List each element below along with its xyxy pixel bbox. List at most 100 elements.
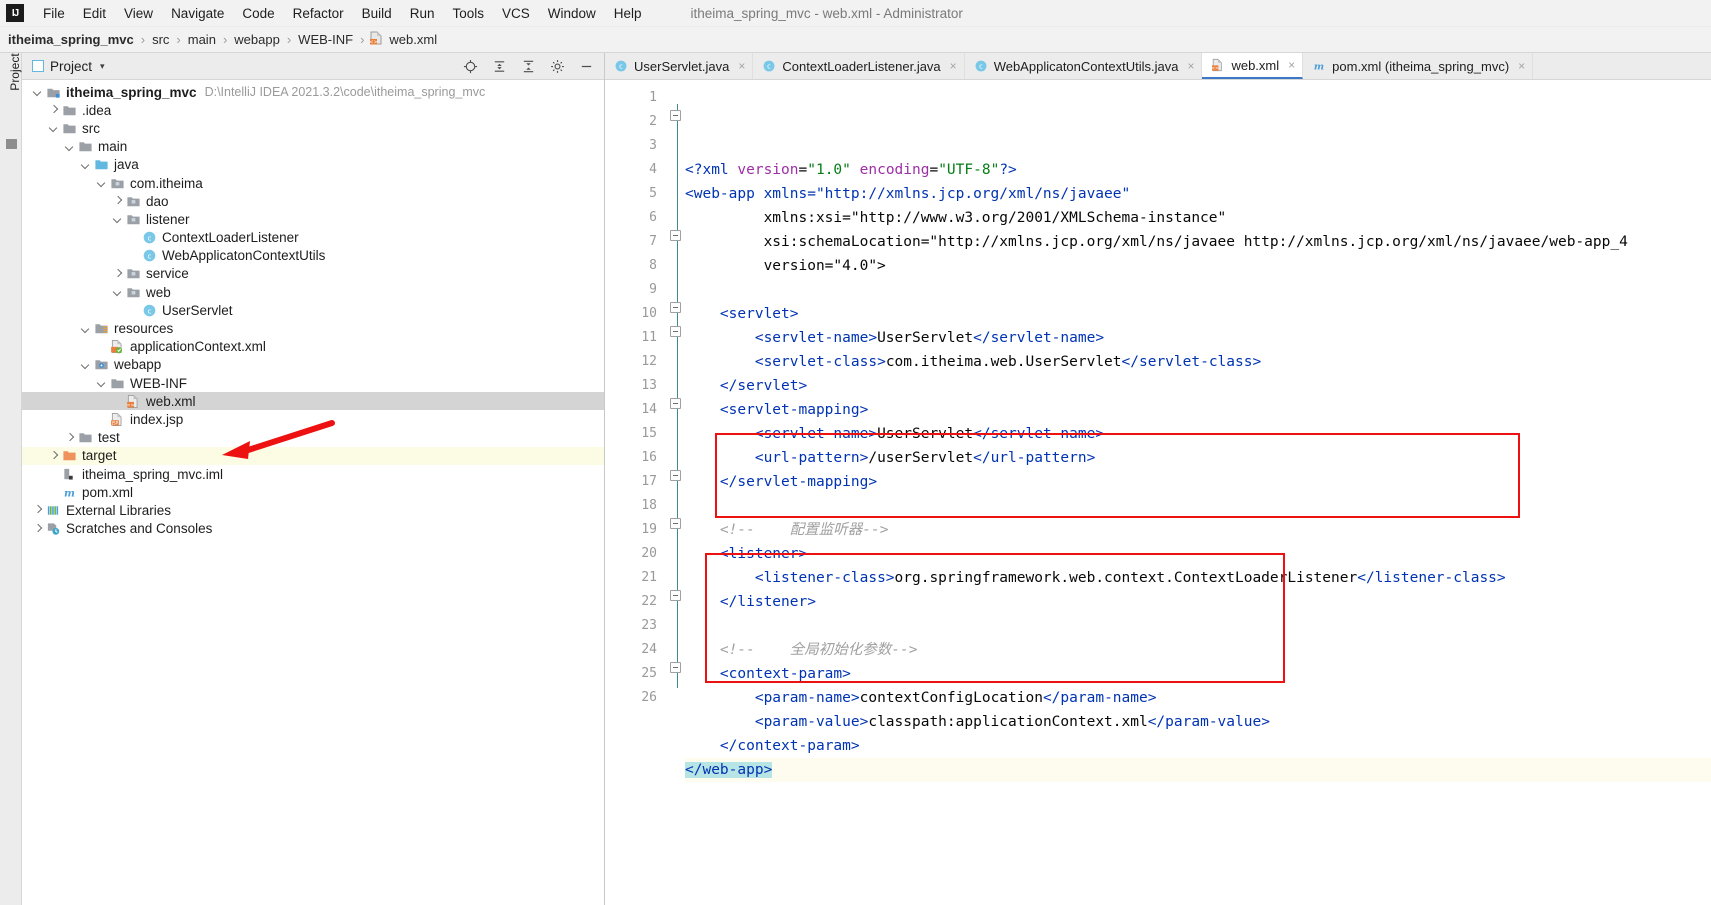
chevron-down-icon[interactable] — [64, 141, 75, 152]
code-line[interactable]: <servlet-class>com.itheima.web.UserServl… — [685, 350, 1711, 374]
fold-marker-context-param-end[interactable] — [670, 662, 681, 673]
chevron-down-icon[interactable] — [80, 159, 91, 170]
code-line[interactable]: <param-name>contextConfigLocation</param… — [685, 686, 1711, 710]
code-line[interactable]: <servlet-mapping> — [685, 398, 1711, 422]
tree-node-src[interactable]: src — [22, 119, 604, 137]
chevron-right-icon[interactable] — [64, 432, 75, 443]
code-line[interactable]: <servlet-name>UserServlet</servlet-name> — [685, 422, 1711, 446]
code-line[interactable]: xmlns:xsi="http://www.w3.org/2001/XMLSch… — [685, 206, 1711, 230]
menu-view[interactable]: View — [115, 3, 162, 24]
code-line[interactable]: <web-app xmlns="http://xmlns.jcp.org/xml… — [685, 182, 1711, 206]
code-line[interactable]: <!-- 全局初始化参数--> — [685, 638, 1711, 662]
code-line[interactable]: version="4.0"> — [685, 254, 1711, 278]
chevron-down-icon[interactable] — [80, 359, 91, 370]
locate-icon[interactable] — [463, 59, 478, 74]
menu-edit[interactable]: Edit — [74, 3, 115, 24]
tree-node-contextloaderlistener[interactable]: c ContextLoaderListener — [22, 229, 604, 247]
code-line[interactable]: </context-param> — [685, 734, 1711, 758]
tree-node-service[interactable]: service — [22, 265, 604, 283]
menu-build[interactable]: Build — [353, 3, 401, 24]
editor-tab-bar[interactable]: c UserServlet.java × c ContextLoaderListener… — [605, 53, 1711, 80]
editor-tab-pom-xml-itheima-spring-mvc-[interactable]: m pom.xml (itheima_spring_mvc) × — [1303, 53, 1534, 79]
chevron-right-icon[interactable] — [48, 450, 59, 461]
editor-tab-web-xml[interactable]: <> web.xml × — [1202, 53, 1304, 79]
fold-marker-servlet-mapping-end[interactable] — [670, 398, 681, 409]
tree-node-java[interactable]: java — [22, 156, 604, 174]
tree-node-web-inf[interactable]: WEB-INF — [22, 374, 604, 392]
menu-window[interactable]: Window — [539, 3, 605, 24]
breadcrumb-item-project[interactable]: itheima_spring_mvc — [6, 32, 136, 47]
menu-code[interactable]: Code — [233, 3, 283, 24]
chevron-right-icon[interactable] — [32, 523, 43, 534]
close-icon[interactable]: × — [738, 59, 745, 73]
code-line[interactable]: </servlet-mapping> — [685, 470, 1711, 494]
tree-node-target[interactable]: target — [22, 446, 604, 465]
chevron-down-icon[interactable] — [96, 178, 107, 189]
fold-marker-servlet-mapping[interactable] — [670, 326, 681, 337]
menu-tools[interactable]: Tools — [443, 3, 493, 24]
tree-node-external-libraries[interactable]: External Libraries — [22, 501, 604, 519]
close-icon[interactable]: × — [950, 59, 957, 73]
tree-node-itheima-spring-mvc-iml[interactable]: itheima_spring_mvc.iml — [22, 465, 604, 483]
tree-node-webapplicatoncontextutils[interactable]: c WebApplicatonContextUtils — [22, 247, 604, 265]
tree-node-listener[interactable]: listener — [22, 210, 604, 228]
close-icon[interactable]: × — [1518, 59, 1525, 73]
fold-marker-servlet[interactable] — [670, 230, 681, 241]
menu-file[interactable]: File — [34, 3, 74, 24]
hide-icon[interactable] — [579, 59, 594, 74]
code-line[interactable]: <context-param> — [685, 662, 1711, 686]
project-tool-button[interactable]: Project — [0, 53, 22, 117]
chevron-down-icon[interactable] — [80, 323, 91, 334]
chevron-right-icon[interactable] — [32, 505, 43, 516]
code-line[interactable]: <listener-class>org.springframework.web.… — [685, 566, 1711, 590]
tree-node-index-jsp[interactable]: JSP index.jsp — [22, 410, 604, 428]
fold-marker-listener[interactable] — [670, 470, 681, 481]
code-line[interactable]: xsi:schemaLocation="http://xmlns.jcp.org… — [685, 230, 1711, 254]
chevron-down-icon[interactable] — [48, 123, 59, 134]
tree-node-itheima-spring-mvc[interactable]: itheima_spring_mvc D:\IntelliJ IDEA 2021.… — [22, 83, 604, 101]
code-line[interactable]: </servlet> — [685, 374, 1711, 398]
project-tree[interactable]: itheima_spring_mvc D:\IntelliJ IDEA 2021.… — [22, 80, 604, 905]
breadcrumb-item-webapp[interactable]: webapp — [232, 32, 282, 47]
code-line[interactable]: <servlet> — [685, 302, 1711, 326]
tree-node-resources[interactable]: resources — [22, 319, 604, 337]
code-line[interactable] — [685, 614, 1711, 638]
editor-tab-webapplicatoncontextutils-java[interactable]: c WebApplicatonContextUtils.java × — [964, 53, 1203, 79]
menu-run[interactable]: Run — [401, 3, 444, 24]
fold-marker-webapp[interactable] — [670, 110, 681, 121]
chevron-right-icon[interactable] — [112, 196, 123, 207]
code-line[interactable] — [685, 278, 1711, 302]
tree-node-webapp[interactable]: webapp — [22, 356, 604, 374]
fold-marker-servlet-end[interactable] — [670, 302, 681, 313]
tree-node-com-itheima[interactable]: com.itheima — [22, 174, 604, 192]
tree-node-pom-xml[interactable]: m pom.xml — [22, 483, 604, 501]
chevron-right-icon[interactable] — [48, 105, 59, 116]
tree-node-userservlet[interactable]: c UserServlet — [22, 301, 604, 319]
code-line[interactable]: <listener> — [685, 542, 1711, 566]
breadcrumb-item-src[interactable]: src — [150, 32, 171, 47]
gear-icon[interactable] — [550, 59, 565, 74]
expand-all-icon[interactable] — [492, 59, 507, 74]
tree-node--idea[interactable]: .idea — [22, 101, 604, 119]
tree-node-scratches-and-consoles[interactable]: Scratches and Consoles — [22, 520, 604, 538]
menu-refactor[interactable]: Refactor — [284, 3, 353, 24]
tree-node-applicationcontext-xml[interactable]: applicationContext.xml — [22, 338, 604, 356]
code-line[interactable]: <!-- 配置监听器--> — [685, 518, 1711, 542]
breadcrumb-item-webxml[interactable]: web.xml — [387, 32, 439, 47]
code-line[interactable]: </web-app> — [685, 758, 1711, 782]
collapse-all-icon[interactable] — [521, 59, 536, 74]
breadcrumb-item-main[interactable]: main — [186, 32, 218, 47]
editor-tab-contextloaderlistener-java[interactable]: c ContextLoaderListener.java × — [753, 53, 965, 79]
code-content[interactable]: <?xml version="1.0" encoding="UTF-8"?> <w… — [685, 80, 1711, 905]
close-icon[interactable]: × — [1288, 58, 1295, 72]
menu-navigate[interactable]: Navigate — [162, 3, 233, 24]
menu-vcs[interactable]: VCS — [493, 3, 539, 24]
menu-help[interactable]: Help — [605, 3, 651, 24]
tree-node-test[interactable]: test — [22, 429, 604, 447]
chevron-down-icon[interactable] — [32, 87, 43, 98]
close-icon[interactable]: × — [1187, 59, 1194, 73]
tree-node-web-xml[interactable]: <> web.xml — [22, 392, 604, 411]
breadcrumb-item-web-inf[interactable]: WEB-INF — [296, 32, 355, 47]
tree-node-web[interactable]: web — [22, 283, 604, 301]
code-line[interactable]: </listener> — [685, 590, 1711, 614]
